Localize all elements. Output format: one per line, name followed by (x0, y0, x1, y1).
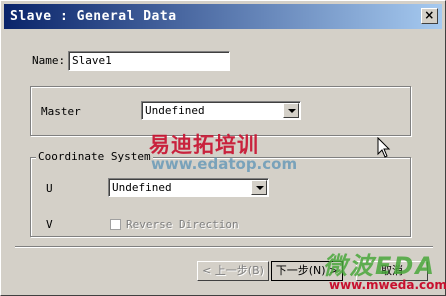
chevron-down-icon[interactable] (283, 103, 299, 118)
title-bar[interactable]: Slave : General Data × (4, 4, 442, 29)
chevron-down-icon[interactable] (251, 180, 267, 195)
u-selected: Undefined (112, 181, 172, 194)
v-label: V (46, 218, 53, 231)
name-input[interactable]: Slave1 (68, 51, 230, 71)
mweda-watermark-url: www.mweda.com (329, 278, 446, 292)
back-button[interactable]: < 上一步(B) (197, 261, 269, 281)
master-selected: Undefined (145, 104, 205, 117)
mweda-watermark-logo: 微波EDA (323, 252, 436, 280)
master-label: Master (41, 105, 81, 118)
coordinate-system-title: Coordinate System (36, 150, 153, 163)
close-button[interactable]: × (421, 8, 438, 24)
reverse-direction-label: Reverse Direction (126, 218, 239, 231)
reverse-direction-checkbox[interactable] (110, 219, 121, 230)
close-icon: × (424, 8, 435, 22)
master-dropdown[interactable]: Undefined (141, 101, 301, 120)
mouse-cursor-icon (377, 137, 391, 158)
edatop-watermark-url: www.edatop.com (151, 155, 298, 173)
name-label: Name: (32, 54, 66, 67)
window-title: Slave : General Data (10, 9, 177, 24)
u-dropdown[interactable]: Undefined (108, 178, 269, 197)
dialog-window: Slave : General Data × Name: Slave1 Mast… (0, 0, 446, 296)
u-label: U (46, 182, 53, 195)
